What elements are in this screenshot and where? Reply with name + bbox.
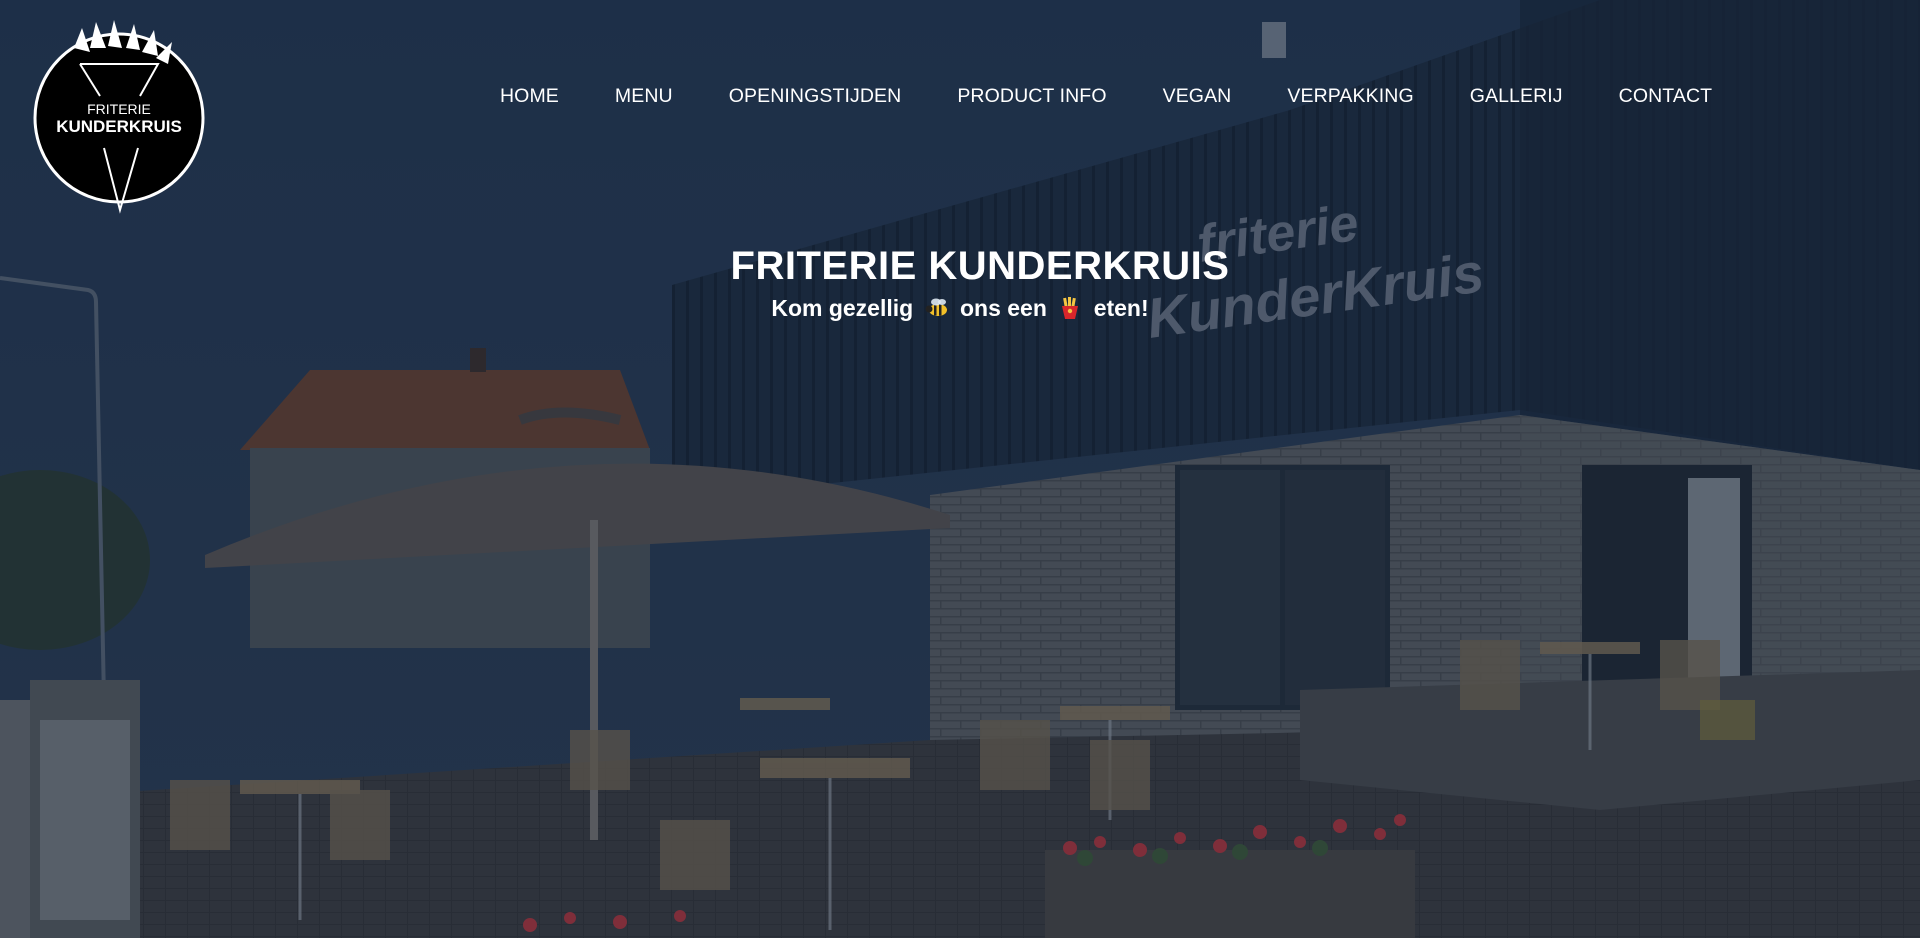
nav-item-openingstijden[interactable]: OPENINGSTIJDEN [729, 84, 902, 108]
hero-tagline: Kom gezellig ons een eten! [0, 295, 1920, 322]
tagline-part-1: Kom gezellig [771, 295, 914, 321]
nav-item-verpakking[interactable]: VERPAKKING [1287, 84, 1413, 108]
nav-item-menu[interactable]: MENU [615, 84, 673, 108]
tagline-part-3: eten! [1093, 295, 1149, 321]
fries-icon [1057, 297, 1083, 319]
nav-item-home[interactable]: HOME [500, 84, 559, 108]
nav-item-gallerij[interactable]: GALLERIJ [1470, 84, 1563, 108]
main-navigation: HOME MENU OPENINGSTIJDEN PRODUCT INFO VE… [500, 84, 1712, 108]
nav-item-product-info[interactable]: PRODUCT INFO [957, 84, 1106, 108]
logo-top-text: FRITERIE [87, 101, 151, 117]
hero-title: FRITERIE KUNDERKRUIS [730, 244, 1230, 288]
logo-bottom-text: KUNDERKRUIS [56, 117, 182, 136]
hero-headline: FRITERIE KUNDERKRUIS Kom gezellig ons ee… [0, 244, 1920, 322]
nav-item-contact[interactable]: CONTACT [1619, 84, 1713, 108]
nav-item-vegan[interactable]: VEGAN [1163, 84, 1232, 108]
logo-emblem: FRITERIE KUNDERKRUIS [33, 20, 205, 214]
hero-background-image: friterie KunderKruis [0, 0, 1920, 938]
hero-section: friterie KunderKruis FRITERIE KUNDERKRUI… [0, 0, 1920, 938]
bee-icon [924, 297, 950, 319]
site-logo[interactable]: FRITERIE KUNDERKRUIS [30, 18, 210, 218]
tagline-part-2: ons een [959, 295, 1047, 321]
